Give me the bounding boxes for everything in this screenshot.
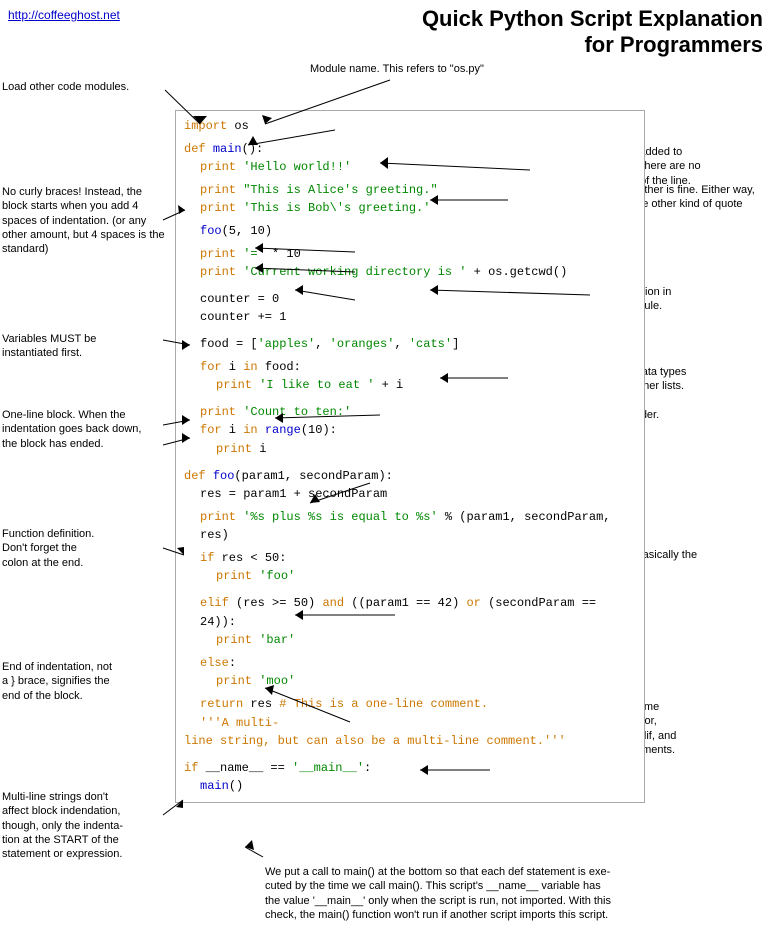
annotation-one-line-block: One-line block. When theindentation goes… — [2, 408, 165, 451]
page-title: Quick Python Script Explanation for Prog… — [343, 6, 763, 59]
annotation-function-def: Function definition.Don't forget thecolo… — [2, 527, 165, 570]
annotation-multiline-str: Multi-line strings don'taffect block ind… — [2, 790, 165, 861]
annotation-module-name: Module name. This refers to "os.py" — [310, 62, 510, 76]
annotation-end-indentation: End of indentation, nota } brace, signif… — [2, 660, 165, 703]
annotation-load-modules: Load other code modules. — [2, 80, 167, 94]
site-url[interactable]: http://coffeeghost.net — [8, 8, 120, 22]
code-box: import os def main(): print 'Hello world… — [175, 110, 645, 803]
annotation-variables-must: Variables MUST beinstantiated first. — [2, 332, 165, 361]
annotation-no-curly: No curly braces! Instead, the block star… — [2, 185, 165, 256]
annotation-call-main: We put a call to main() at the bottom so… — [265, 865, 765, 922]
